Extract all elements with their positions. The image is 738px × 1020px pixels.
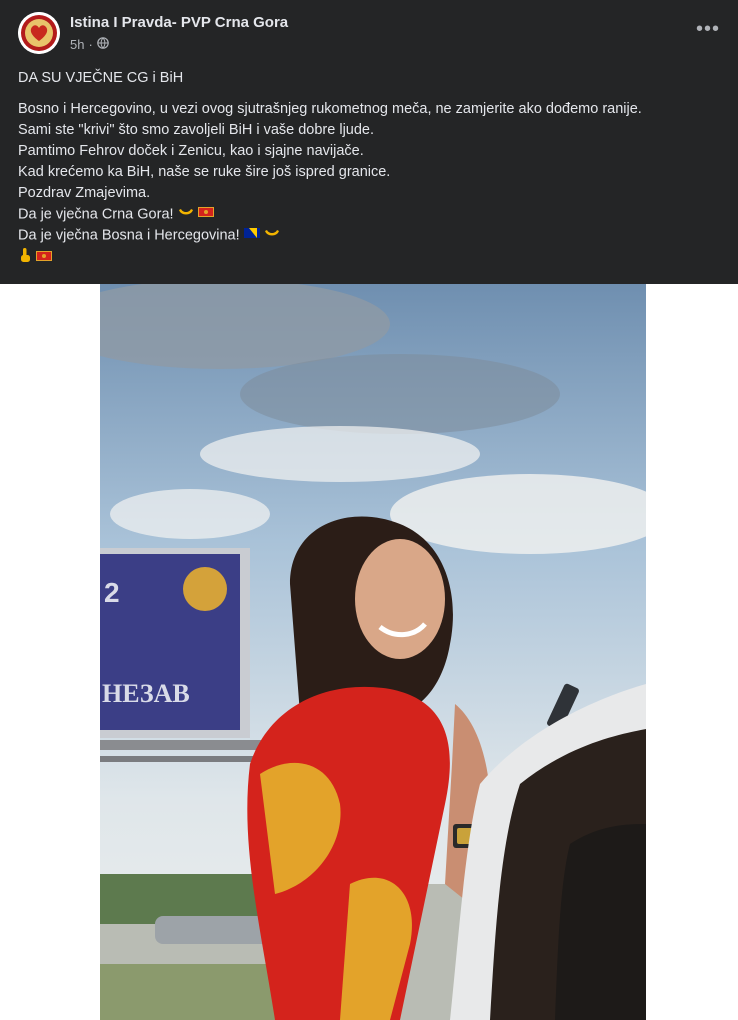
more-options-button[interactable]: ••• xyxy=(696,18,720,41)
billboard-text: НЕЗАВ xyxy=(102,679,190,708)
montenegro-flag-icon xyxy=(197,204,214,225)
post-line-3: Pamtimo Fehrov doček i Zenicu, kao i sja… xyxy=(18,143,364,159)
open-hands-icon xyxy=(178,204,194,225)
post-line-6-wrap: Da je vječna Crna Gora! xyxy=(18,204,718,225)
billboard-number: 2 xyxy=(104,577,120,608)
index-finger-icon xyxy=(18,247,32,270)
post-photo-area: 2 НЕЗАВ xyxy=(0,284,738,1020)
facebook-post: Istina I Pravda- PVP Crna Gora 5h · ••• … xyxy=(0,0,738,1020)
post-header: Istina I Pravda- PVP Crna Gora 5h · ••• xyxy=(0,0,738,64)
post-title-line: DA SU VJEČNE CG i BiH xyxy=(18,70,184,86)
page-name-link[interactable]: Istina I Pravda- PVP Crna Gora xyxy=(70,14,288,31)
post-line-4: Kad krećemo ka BiH, naše se ruke šire jo… xyxy=(18,164,391,180)
post-line-1: Bosno i Hercegovino, u vezi ovog sjutraš… xyxy=(18,101,642,117)
post-timestamp[interactable]: 5h xyxy=(70,37,84,52)
post-line-7: Da je vječna Bosna i Hercegovina! xyxy=(18,227,240,244)
globe-icon xyxy=(97,37,109,52)
post-meta: 5h · xyxy=(70,37,109,52)
post-line-7-wrap: Da je vječna Bosna i Hercegovina! xyxy=(18,225,718,246)
page-avatar[interactable] xyxy=(18,12,60,54)
montenegro-flag-icon xyxy=(36,248,53,269)
post-line-2: Sami ste "krivi" što smo zavoljeli BiH i… xyxy=(18,122,375,138)
post-line-8-wrap xyxy=(18,247,718,270)
open-hands-icon xyxy=(264,225,280,246)
post-line-5: Pozdrav Zmajevima. xyxy=(18,185,151,201)
meta-separator: · xyxy=(88,37,93,52)
bosnia-flag-icon xyxy=(243,225,260,246)
post-text: DA SU VJEČNE CG i BiH Bosno i Hercegovin… xyxy=(18,68,718,270)
post-photo[interactable]: 2 НЕЗАВ xyxy=(100,284,646,1020)
post-line-6: Da je vječna Crna Gora! xyxy=(18,206,174,223)
